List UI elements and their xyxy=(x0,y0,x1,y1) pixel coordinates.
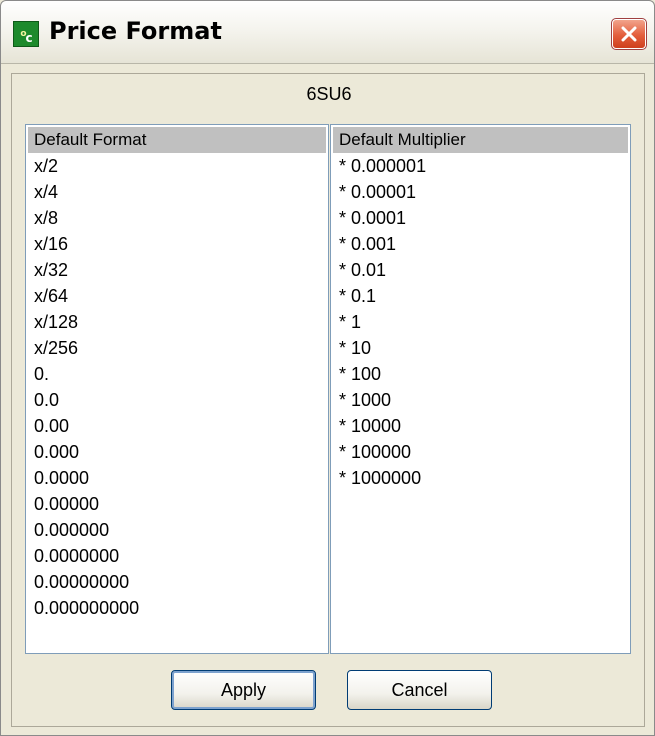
format-list-item[interactable]: x/2 xyxy=(28,153,326,179)
multiplier-list-item[interactable]: * 0.1 xyxy=(333,283,628,309)
format-list-item[interactable]: x/4 xyxy=(28,179,326,205)
format-list-item[interactable]: 0.000 xyxy=(28,439,326,465)
format-list-item[interactable]: 0.000000000 xyxy=(28,595,326,621)
price-format-app-icon: oc xyxy=(13,21,39,47)
format-list-item[interactable]: 0.0000 xyxy=(28,465,326,491)
format-list-item[interactable]: x/128 xyxy=(28,309,326,335)
format-list-item[interactable]: 0.0000000 xyxy=(28,543,326,569)
multiplier-list-item[interactable]: * 100 xyxy=(333,361,628,387)
multiplier-list-item[interactable]: * 0.000001 xyxy=(333,153,628,179)
format-items: x/2 x/4 x/8 x/16 x/32 x/64 x/128 x/256 0. 0.0 0.00… xyxy=(26,153,328,621)
format-list-item[interactable]: 0.00000 xyxy=(28,491,326,517)
close-button[interactable] xyxy=(611,18,647,50)
multiplier-list-item[interactable]: * 0.00001 xyxy=(333,179,628,205)
multiplier-list-item[interactable]: * 0.0001 xyxy=(333,205,628,231)
multiplier-list-item[interactable]: * 0.01 xyxy=(333,257,628,283)
multiplier-list-item[interactable]: * 100000 xyxy=(333,439,628,465)
multiplier-list-item[interactable]: * 10000 xyxy=(333,413,628,439)
close-icon xyxy=(621,26,637,42)
format-list-header[interactable]: Default Format xyxy=(28,127,326,153)
format-list-item[interactable]: x/8 xyxy=(28,205,326,231)
format-list-item[interactable]: x/16 xyxy=(28,231,326,257)
format-list-item[interactable]: 0.00000000 xyxy=(28,569,326,595)
format-listbox[interactable]: Default Format x/2 x/4 x/8 x/16 x/32 x/64 x/12… xyxy=(25,124,329,654)
multiplier-list-item[interactable]: * 1000 xyxy=(333,387,628,413)
window-title: Price Format xyxy=(49,17,222,45)
multiplier-list-item[interactable]: * 1 xyxy=(333,309,628,335)
format-list-item[interactable]: x/64 xyxy=(28,283,326,309)
multiplier-list-header[interactable]: Default Multiplier xyxy=(333,127,628,153)
multiplier-items: * 0.000001 * 0.00001 * 0.0001 * 0.001 * 0.01… xyxy=(331,153,630,491)
format-list-item[interactable]: 0.0 xyxy=(28,387,326,413)
multiplier-list-item[interactable]: * 0.001 xyxy=(333,231,628,257)
format-list-item[interactable]: 0.000000 xyxy=(28,517,326,543)
multiplier-list-item[interactable]: * 10 xyxy=(333,335,628,361)
format-list-item[interactable]: 0. xyxy=(28,361,326,387)
app-icon-letter: c xyxy=(25,31,33,45)
multiplier-list-item[interactable]: * 1000000 xyxy=(333,465,628,491)
multiplier-listbox[interactable]: Default Multiplier * 0.000001 * 0.00001 * … xyxy=(330,124,631,654)
price-format-dialog: oc Price Format 6SU6 Default Format x/2 x… xyxy=(0,0,655,736)
title-bar[interactable]: oc Price Format xyxy=(1,1,654,64)
format-list-item[interactable]: x/32 xyxy=(28,257,326,283)
symbol-label: 6SU6 xyxy=(306,84,352,104)
cancel-button[interactable]: Cancel xyxy=(347,670,492,710)
format-list-item[interactable]: x/256 xyxy=(28,335,326,361)
apply-button[interactable]: Apply xyxy=(171,670,316,710)
format-list-item[interactable]: 0.00 xyxy=(28,413,326,439)
dialog-content: 6SU6 Default Format x/2 x/4 x/8 x/16 x/32 x/6… xyxy=(11,73,645,727)
